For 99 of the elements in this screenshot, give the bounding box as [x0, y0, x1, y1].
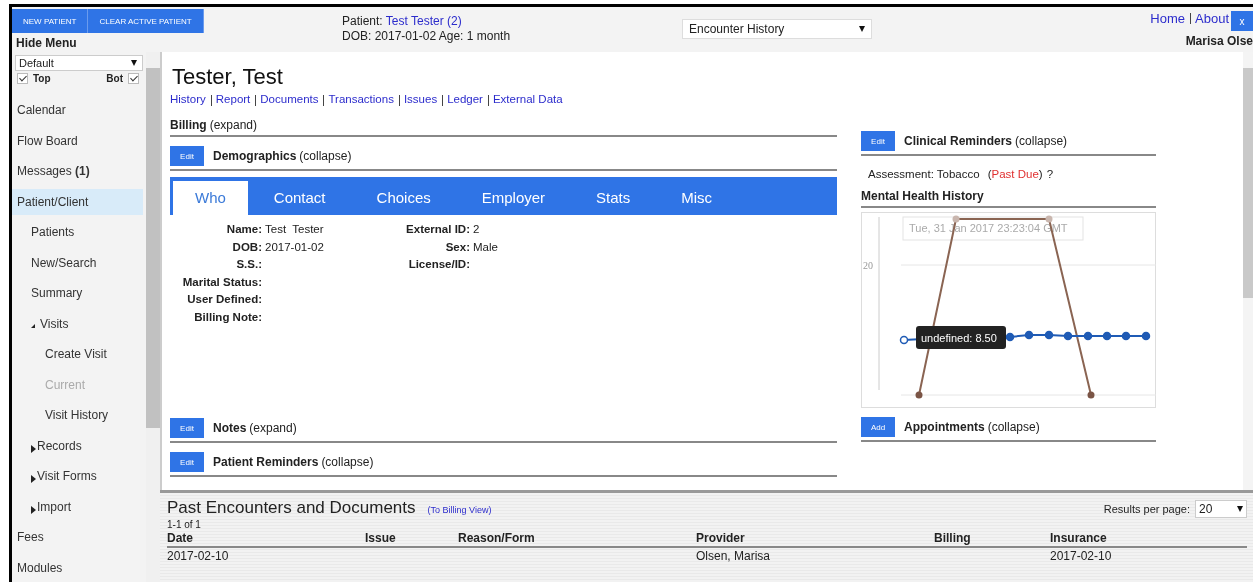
field-label: S.S.:	[235, 257, 262, 272]
checkbox-label: Top	[33, 73, 51, 84]
edit-button[interactable]: Edit	[861, 131, 895, 151]
edit-button[interactable]: Edit	[170, 146, 204, 166]
column-header: Billing	[934, 530, 972, 546]
value-tooltip: undefined: 8.50	[916, 326, 1006, 349]
table-cell: 2017-02-10	[167, 549, 229, 563]
sidebar-item[interactable]: Summary	[12, 280, 143, 306]
sidebar-item[interactable]: Flow Board	[12, 127, 143, 154]
section-title: Demographics	[213, 149, 297, 163]
edit-button[interactable]: Edit	[170, 418, 204, 438]
dropdown-icon	[131, 60, 137, 66]
scrollbar[interactable]	[1243, 52, 1253, 490]
field-value: 2017-01-02	[264, 239, 324, 255]
patient-title: Tester, Test	[172, 64, 284, 90]
billing-view-link[interactable]: (To Billing View)	[427, 505, 492, 515]
user-name: Marisa Olse	[1184, 34, 1253, 48]
sidebar-item[interactable]: Patient/Client	[12, 188, 143, 215]
toggle-link[interactable]: (collapse)	[1015, 134, 1068, 148]
toggle-link[interactable]: (collapse)	[987, 420, 1040, 434]
column-header: Date	[167, 530, 194, 546]
results-label: Results per page:	[1103, 503, 1190, 515]
sidebar-item[interactable]: Create Visit	[12, 341, 143, 367]
patient-nav-link[interactable]: Ledger	[447, 93, 483, 105]
column-header: Reason/Form	[458, 530, 536, 546]
view-select[interactable]: Encounter History	[682, 19, 872, 39]
field-label: Billing Note:	[193, 309, 262, 325]
field-label: User Defined:	[186, 292, 262, 307]
table-cell: 2017-02-10	[1050, 549, 1112, 563]
nav-link[interactable]: About	[1195, 11, 1229, 26]
toggle-link[interactable]: (collapse)	[321, 455, 374, 469]
sidebar-item[interactable]: Import	[12, 493, 143, 520]
sidebar-item[interactable]: Records	[12, 432, 143, 459]
sidebar-item[interactable]: Fees	[12, 524, 143, 550]
section-title: Clinical Reminders	[904, 134, 1013, 148]
tab[interactable]: Employer	[456, 181, 571, 215]
patient-nav-link[interactable]: Report	[215, 93, 251, 105]
close-button[interactable]: x	[1231, 11, 1253, 31]
patient-name-link[interactable]: Test Tester (2)	[385, 14, 462, 28]
per-page-select[interactable]: 20	[1195, 500, 1247, 518]
field-label: DOB:	[231, 239, 262, 255]
column-header: Insurance	[1050, 530, 1108, 546]
field-value: 2	[472, 222, 480, 237]
checkbox[interactable]	[17, 73, 28, 84]
patient-nav-link[interactable]: History	[170, 93, 206, 105]
sidebar-item[interactable]: Visit Forms	[12, 463, 143, 489]
sidebar-item[interactable]: New/Search	[12, 249, 143, 276]
dropdown-icon	[1237, 506, 1243, 512]
header-button[interactable]: CLEAR ACTIVE PATIENT	[88, 9, 204, 33]
patient-nav-link[interactable]: External Data	[492, 93, 563, 105]
checkbox[interactable]	[128, 73, 139, 84]
toggle-link[interactable]: (expand)	[209, 117, 258, 132]
column-header: Issue	[365, 530, 397, 546]
layout-select[interactable]: Default	[15, 55, 143, 71]
sidebar-item[interactable]: Calendar	[12, 97, 143, 123]
hide-menu-link[interactable]: Hide Menu	[16, 36, 77, 50]
add-button[interactable]: Add	[861, 417, 895, 437]
section-title: Mental Health History	[861, 189, 984, 203]
panel-title: Past Encounters and Documents	[167, 498, 416, 517]
field-value: Male	[472, 239, 498, 255]
sidebar-item[interactable]: Visits	[12, 310, 143, 337]
sidebar-item[interactable]: Visit History	[12, 402, 143, 428]
patient-nav-link[interactable]: Documents	[260, 93, 319, 105]
sidebar-item[interactable]: Messages (1)	[12, 158, 143, 184]
dob-age-text: DOB: 2017-01-02 Age: 1 month	[342, 29, 511, 43]
field-label: Sex:	[444, 239, 470, 255]
toggle-link[interactable]: (expand)	[249, 421, 297, 435]
sidebar-item[interactable]: Modules	[12, 554, 143, 581]
section-title: Billing	[170, 117, 207, 132]
field-label: External ID:	[405, 222, 470, 237]
tab[interactable]: Stats	[571, 181, 656, 215]
sidebar-item[interactable]: Patients	[12, 219, 143, 245]
tab[interactable]: Who	[173, 181, 248, 215]
axis-tick-label: 20	[863, 260, 873, 271]
tab[interactable]: Contact	[248, 181, 351, 215]
toggle-link[interactable]: (collapse)	[299, 149, 352, 163]
header-button[interactable]: NEW PATIENT	[12, 9, 89, 33]
help-link[interactable]: ?	[1046, 168, 1054, 180]
result-count: 1-1 of 1	[167, 519, 202, 530]
field-label: Name:	[225, 222, 262, 237]
nav-link[interactable]: Home	[1150, 11, 1185, 26]
dropdown-icon	[859, 26, 865, 32]
column-header: Provider	[696, 530, 746, 546]
field-label: License/ID:	[407, 257, 470, 272]
patient-nav-link[interactable]: Transactions	[328, 93, 394, 105]
reminder-status: (Past Due)	[987, 168, 1043, 180]
patient-nav-link[interactable]: Issues	[403, 93, 438, 105]
edit-button[interactable]: Edit	[170, 452, 204, 472]
patient-label: Patient:	[342, 14, 383, 28]
tab[interactable]: Choices	[351, 181, 456, 215]
section-title: Notes	[213, 421, 247, 435]
section-title: Patient Reminders	[213, 455, 319, 469]
tab[interactable]: Misc	[656, 181, 738, 215]
field-value: Test Tester	[264, 222, 324, 237]
reminder-text: Assessment: Tobacco	[868, 168, 980, 180]
section-title: Appointments	[904, 420, 985, 434]
field-label: Marital Status:	[181, 274, 262, 290]
checkbox-label: Bot	[106, 73, 123, 84]
table-cell: Olsen, Marisa	[696, 549, 771, 563]
